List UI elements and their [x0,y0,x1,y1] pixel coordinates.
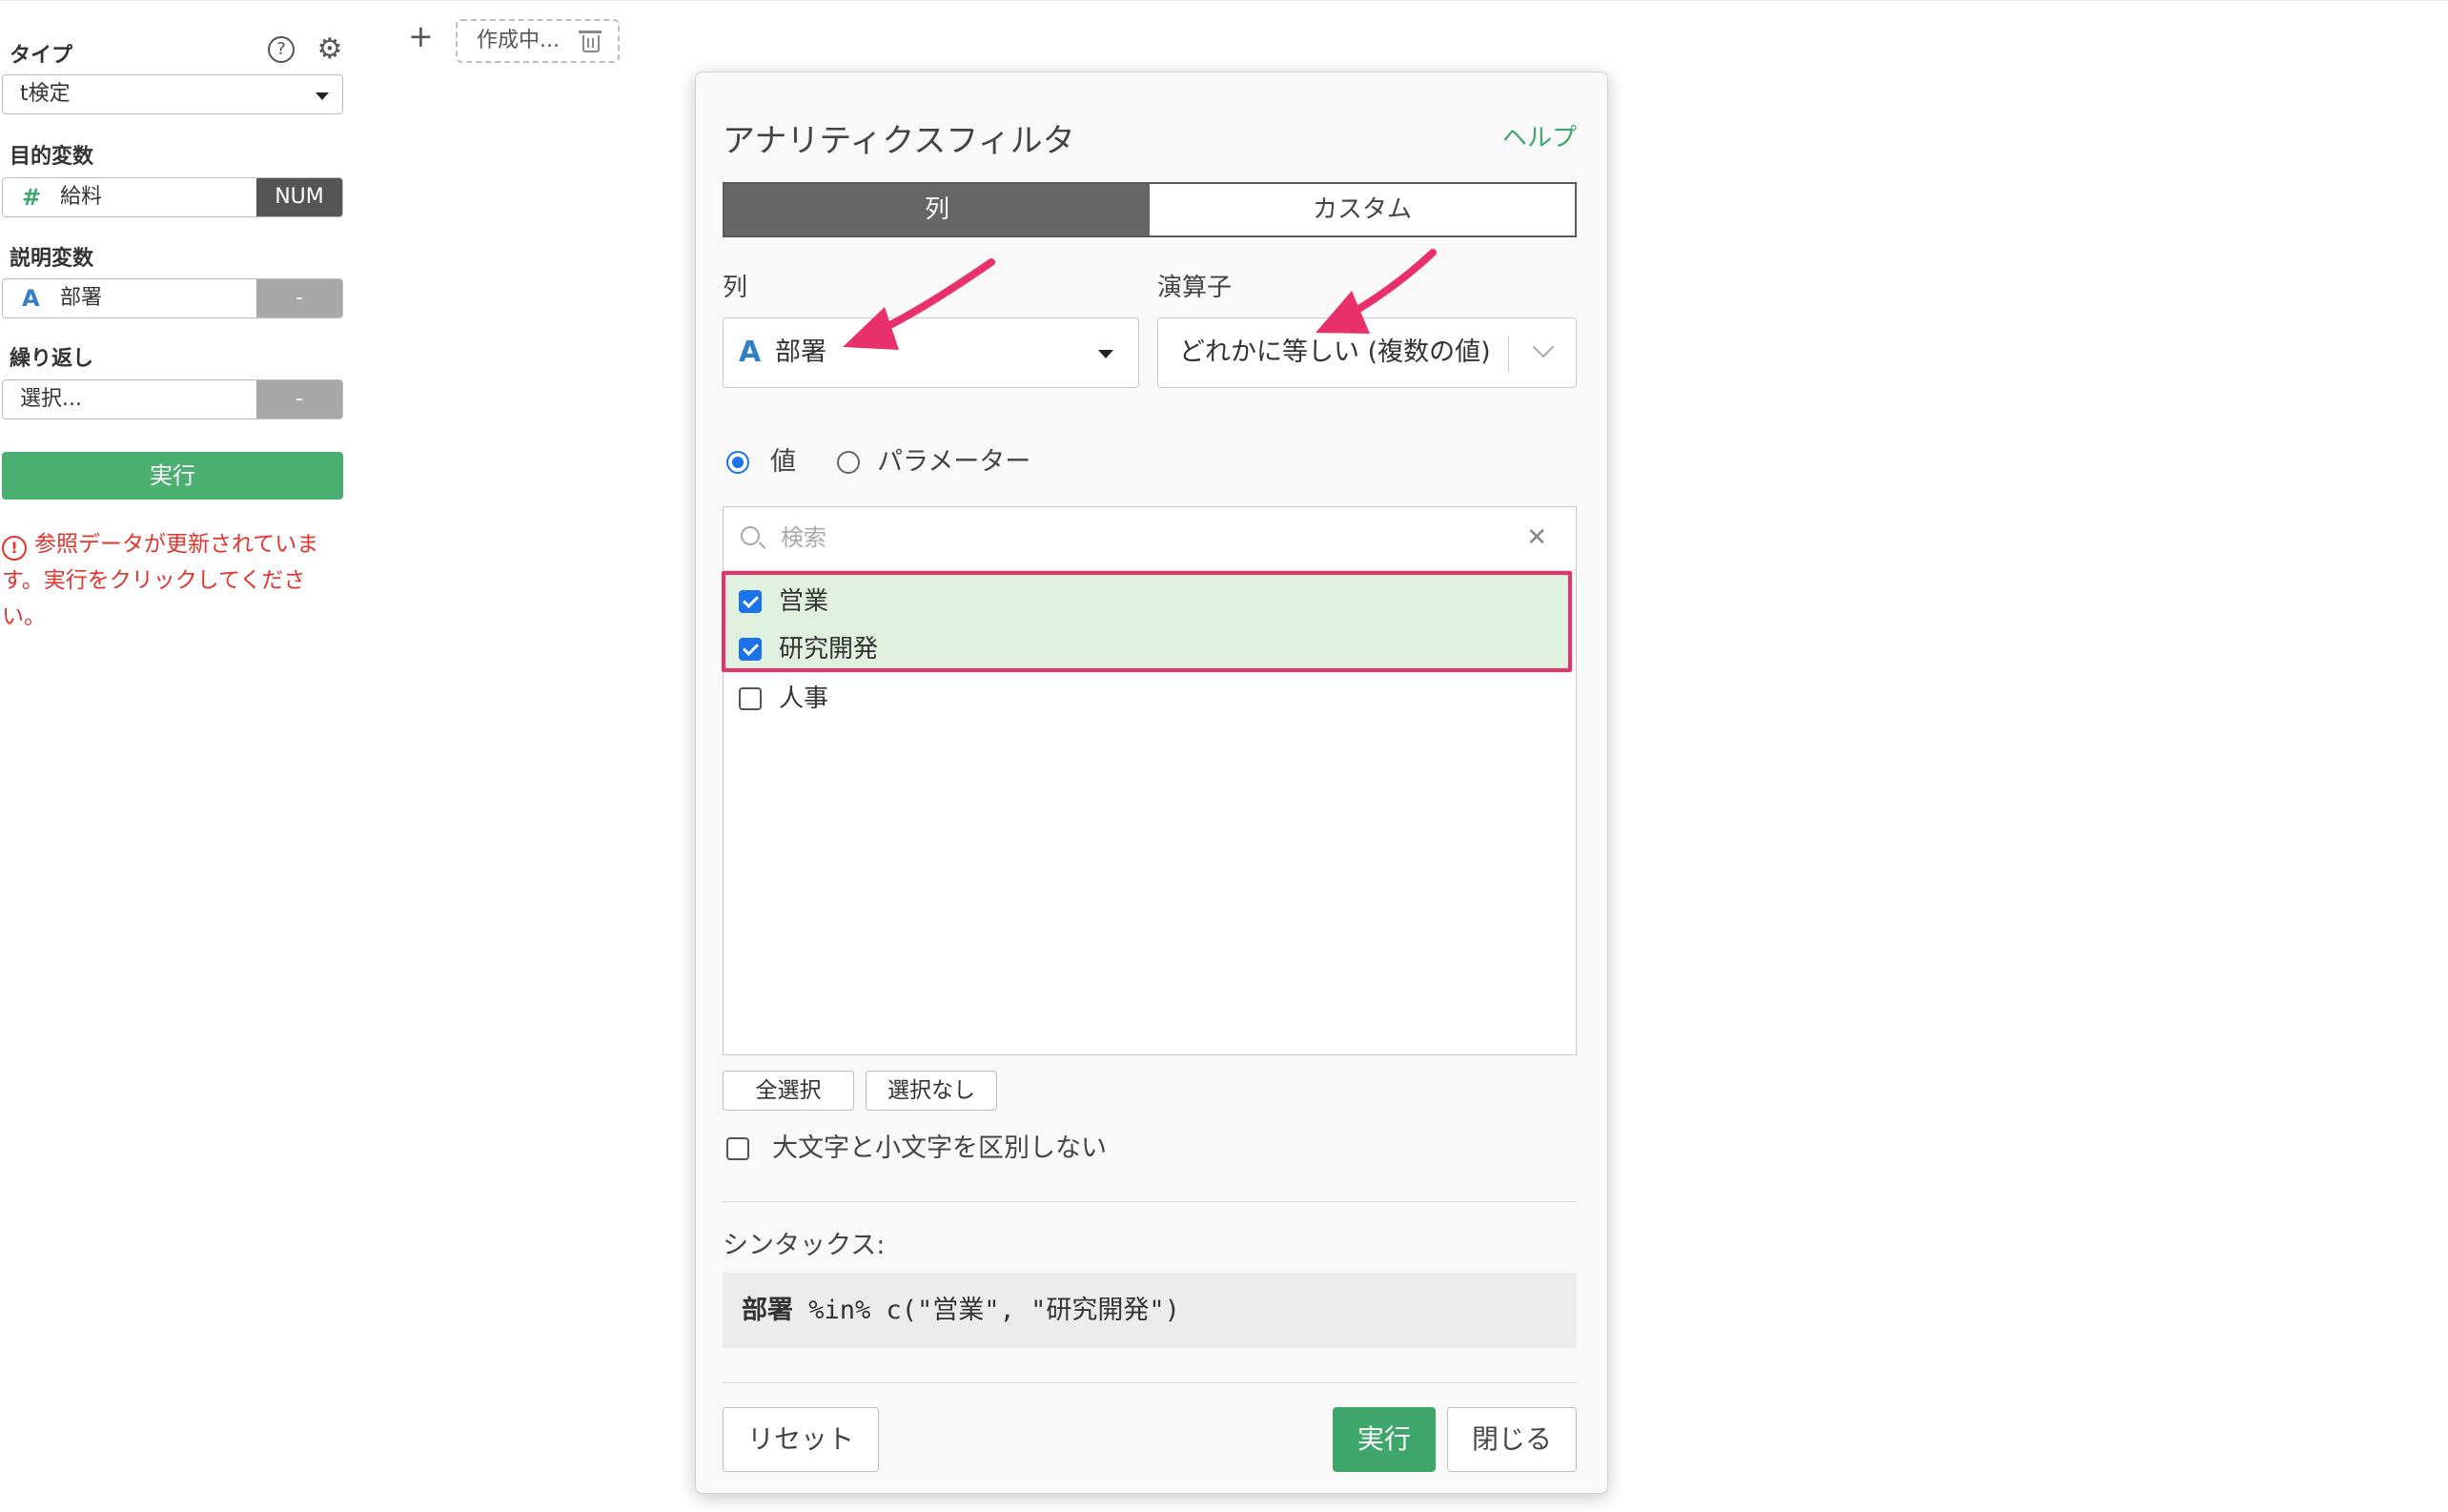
draft-tab[interactable]: 作成中... [456,19,620,63]
value-search[interactable]: 検索 ✕ [724,507,1576,571]
text-type-icon: A [22,285,40,312]
type-select-value: t検定 [20,82,71,106]
list-item-label: 研究開発 [779,635,879,664]
explanatory-variable-name: 部署 [60,286,103,310]
explanatory-variable-field[interactable]: A 部署 - [2,278,343,318]
checkbox-checked[interactable] [739,590,762,613]
close-button[interactable]: 閉じる [1447,1407,1577,1472]
type-badge[interactable]: - [256,279,342,317]
alert-icon: ! [2,536,27,561]
case-insensitive-checkbox[interactable] [726,1137,749,1160]
add-tab-button[interactable]: + [408,21,434,51]
tab-custom[interactable]: カスタム [1150,184,1575,235]
caret-down-icon [316,92,329,100]
caret-down-icon [1098,350,1113,358]
list-item-label: 営業 [779,587,829,616]
operator-select-value: どれかに等しい (複数の値) [1179,337,1491,367]
repeat-field-placeholder: 選択... [20,387,82,411]
target-variable-name: 給料 [60,185,103,209]
radio-parameter-label[interactable]: パラメーター [877,443,1030,481]
reset-button[interactable]: リセット [723,1407,879,1472]
draft-tab-label: 作成中... [477,29,560,52]
sidebar: タイプ ? ⚙ t検定 目的変数 # 給料 NUM 説明変数 A 部署 - 繰り… [0,0,353,1512]
operator-label: 演算子 [1157,274,1233,302]
top-border [0,0,2448,1]
run-button[interactable]: 実行 [2,452,343,500]
list-item-label: 人事 [779,684,829,713]
warning-text: 参照データが更新されています。実行をクリックしてください。 [2,532,319,629]
case-insensitive-label[interactable]: 大文字と小文字を区別しない [772,1128,1107,1170]
explanatory-variable-label: 説明変数 [10,247,94,271]
type-label: タイプ [10,44,73,68]
radio-value-label[interactable]: 値 [770,443,796,481]
select-all-button[interactable]: 全選択 [723,1071,854,1111]
operator-select[interactable]: どれかに等しい (複数の値) [1157,317,1577,388]
syntax-expression: %in% c("営業", "研究開発") [793,1296,1180,1325]
help-icon[interactable]: ? [268,36,295,63]
search-input[interactable]: 検索 [781,507,826,568]
repeat-label: 繰り返し [10,347,94,371]
run-button[interactable]: 実行 [1333,1407,1436,1472]
syntax-label: シンタックス: [723,1231,886,1260]
gear-icon[interactable]: ⚙ [315,34,345,65]
warning-message: ! 参照データが更新されています。実行をクリックしてください。 [2,526,345,635]
help-link[interactable]: ヘルプ [1502,118,1577,153]
analytics-filter-dialog: アナリティクスフィルタ ヘルプ 列 カスタム 列 演算子 A 部署 どれかに等し… [695,72,1608,1494]
text-type-icon: A [739,336,762,369]
type-badge[interactable]: NUM [256,178,342,216]
divider [723,1382,1577,1383]
clear-icon[interactable]: ✕ [1526,507,1547,568]
radio-value[interactable] [726,451,749,474]
search-icon [741,526,760,545]
select-none-button[interactable]: 選択なし [866,1071,997,1111]
value-list: 検索 ✕ 営業 研究開発 人事 [722,506,1577,1055]
checkbox-checked[interactable] [739,638,762,661]
tab-column[interactable]: 列 [724,184,1150,235]
trash-icon[interactable] [579,31,602,52]
radio-parameter[interactable] [837,451,860,474]
syntax-preview: 部署 %in% c("営業", "研究開発") [723,1273,1577,1348]
target-variable-label: 目的変数 [10,145,94,169]
filter-mode-tabs: 列 カスタム [723,182,1577,237]
column-label: 列 [723,274,748,302]
column-select[interactable]: A 部署 [723,317,1139,388]
repeat-field[interactable]: 選択... - [2,379,343,419]
divider [723,1201,1577,1202]
type-badge[interactable]: - [256,380,342,419]
chevron-down-icon [1532,336,1555,358]
select-separator [1508,336,1509,372]
column-select-value: 部署 [775,337,826,367]
numeric-type-icon: # [22,184,42,211]
dialog-title: アナリティクスフィルタ [723,122,1075,160]
target-variable-field[interactable]: # 給料 NUM [2,177,343,217]
checkbox-unchecked[interactable] [739,687,762,710]
syntax-column: 部署 [742,1296,793,1325]
type-select[interactable]: t検定 [2,74,343,114]
